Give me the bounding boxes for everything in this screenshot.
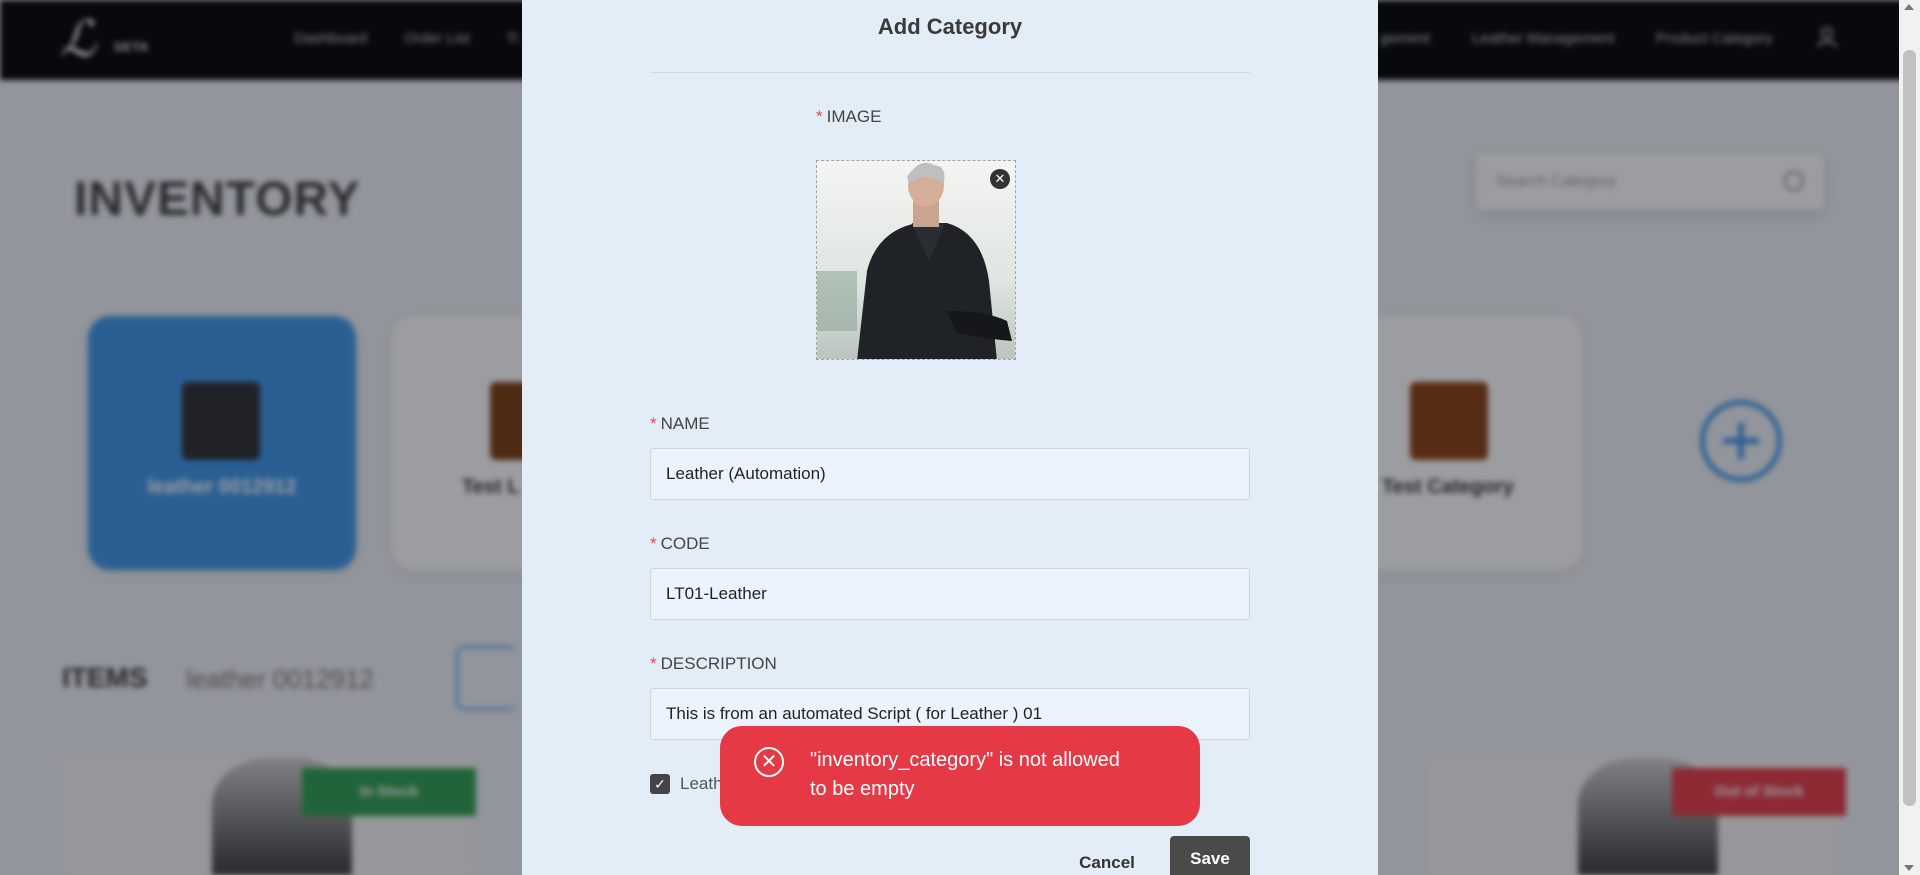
code-input[interactable] (650, 568, 1250, 620)
image-label: * IMAGE (816, 107, 881, 127)
name-input[interactable] (650, 448, 1250, 500)
error-circle-icon: ✕ (754, 747, 784, 777)
scroll-up-arrow-icon[interactable] (1904, 4, 1914, 10)
scrollbar-thumb[interactable] (1903, 50, 1916, 806)
image-upload-preview[interactable] (816, 160, 1016, 360)
checkmark-icon[interactable]: ✓ (650, 774, 670, 794)
code-label: * CODE (650, 534, 710, 554)
description-label-text: DESCRIPTION (660, 654, 777, 673)
remove-image-icon[interactable]: ✕ (990, 169, 1010, 189)
required-marker: * (650, 534, 657, 553)
checkbox-label: Leath (680, 774, 723, 793)
code-label-text: CODE (660, 534, 710, 553)
toast-message: "inventory_category" is not allowed to b… (810, 749, 1120, 800)
scrollbar[interactable] (1899, 0, 1920, 875)
scroll-down-arrow-icon[interactable] (1904, 865, 1914, 871)
error-toast[interactable]: ✕ "inventory_category" is not allowed to… (720, 726, 1200, 826)
save-button[interactable]: Save (1170, 836, 1250, 875)
required-marker: * (816, 107, 823, 126)
name-label: * NAME (650, 414, 710, 434)
name-label-text: NAME (660, 414, 710, 433)
required-marker: * (650, 654, 657, 673)
description-label: * DESCRIPTION (650, 654, 777, 674)
leather-jacket-photo (817, 161, 1015, 359)
modal-title: Add Category (877, 14, 1023, 39)
image-label-text: IMAGE (826, 107, 882, 126)
divider (650, 72, 1250, 73)
cancel-button[interactable]: Cancel (1072, 848, 1142, 875)
required-marker: * (650, 414, 657, 433)
